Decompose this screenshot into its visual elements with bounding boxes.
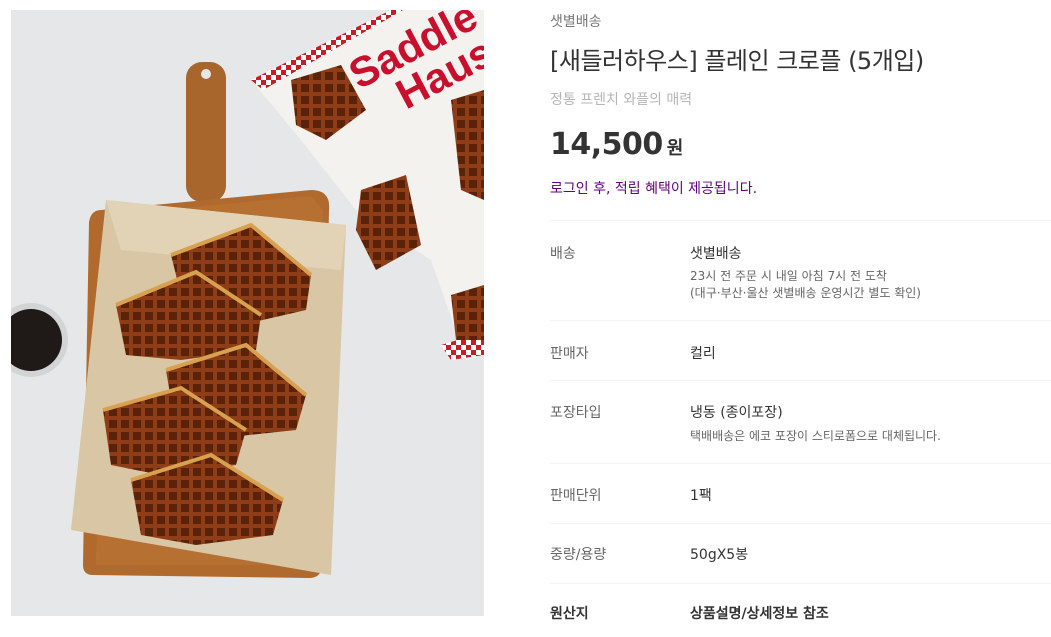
spec-value: 컬리	[690, 346, 716, 362]
spec-label: 판매단위	[550, 488, 602, 504]
delivery-tag: 샛별배송	[550, 14, 602, 30]
spec-note: 23시 전 주문 시 내일 아침 7시 전 도착	[690, 269, 887, 283]
login-benefit-notice: 로그인 후, 적립 혜택이 제공됩니다.	[550, 181, 758, 197]
spec-row-weight: 중량/용량 50gX5봉	[550, 524, 1051, 584]
spec-label: 포장타입	[550, 405, 602, 421]
price: 14,500 원	[550, 127, 683, 162]
spec-table: 배송 샛별배송 23시 전 주문 시 내일 아침 7시 전 도착 (대구·부산·…	[550, 220, 1051, 637]
spec-value: 샛별배송	[690, 246, 742, 262]
spec-label: 배송	[550, 246, 576, 262]
price-unit: 원	[666, 138, 684, 159]
spec-note: 택배배송은 에코 포장이 스티로폼으로 대체됩니다.	[690, 429, 941, 443]
spec-value: 냉동 (종이포장)	[690, 405, 783, 421]
product-title: [새들러하우스] 플레인 크로플 (5개입)	[550, 47, 924, 75]
spec-row-unit: 판매단위 1팩	[550, 464, 1051, 524]
spec-label: 원산지	[550, 606, 589, 622]
spec-row-origin: 원산지 상품설명/상세정보 참조	[550, 584, 1051, 637]
spec-label: 판매자	[550, 346, 589, 362]
product-subtitle: 정통 프렌치 와플의 매력	[550, 92, 693, 108]
spec-row-packaging: 포장타입 냉동 (종이포장) 택배배송은 에코 포장이 스티로폼으로 대체됩니다…	[550, 381, 1051, 464]
spec-value: 1팩	[690, 488, 712, 504]
spec-row-delivery: 배송 샛별배송 23시 전 주문 시 내일 아침 7시 전 도착 (대구·부산·…	[550, 221, 1051, 321]
product-image: Saddle Haus	[11, 10, 484, 616]
price-value: 14,500	[550, 127, 663, 162]
spec-label: 중량/용량	[550, 547, 607, 563]
spec-note: (대구·부산·울산 샛별배송 운영시간 별도 확인)	[690, 286, 921, 300]
spec-row-seller: 판매자 컬리	[550, 321, 1051, 381]
spec-value: 상품설명/상세정보 참조	[690, 606, 829, 622]
spec-value: 50gX5봉	[690, 547, 749, 563]
